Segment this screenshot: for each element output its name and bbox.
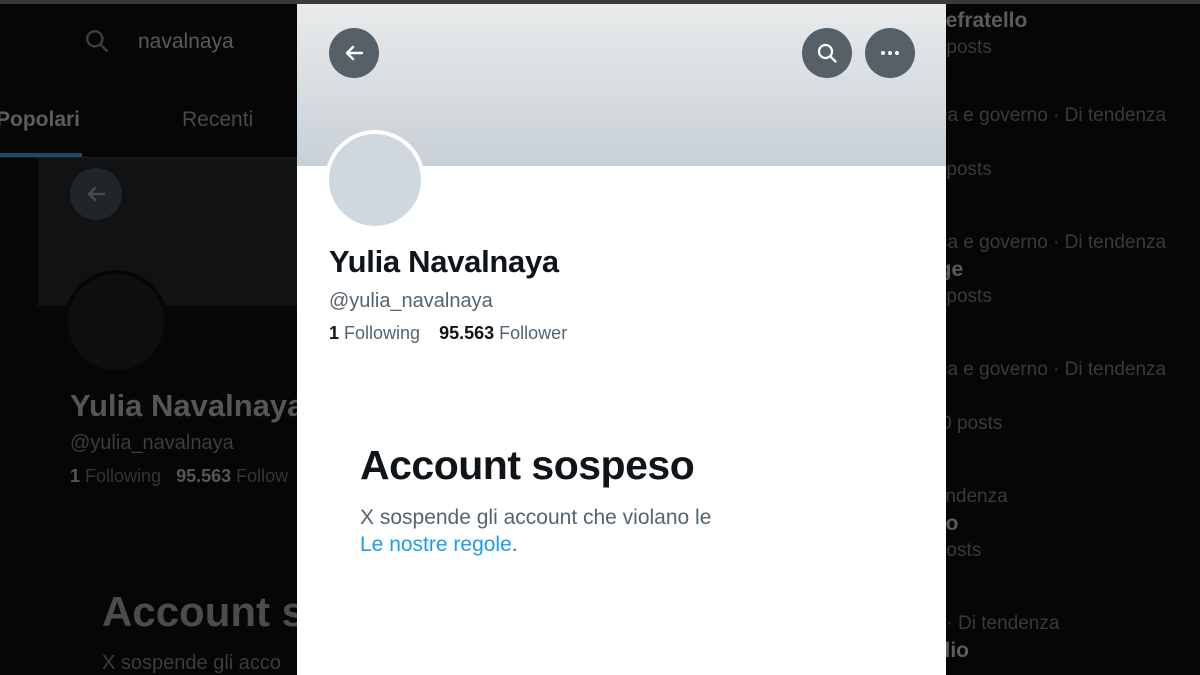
arrow-left-icon	[345, 45, 364, 61]
profile-name: Yulia Navalnaya	[329, 244, 559, 279]
trend-item[interactable]: ndefratello 00 posts	[920, 6, 1200, 60]
background-profile-stats: 1 Following 95.563 Follow	[70, 466, 288, 487]
trend-item[interactable]: litica e governo · Di tendenza n 00 post…	[920, 104, 1200, 182]
background-avatar	[64, 270, 168, 374]
rules-link-suffix: .	[511, 533, 518, 556]
profile-stats: 1 Following 95.563 Follower	[329, 323, 581, 344]
following-label: Following	[344, 323, 421, 343]
followers-count: 95.563	[439, 323, 495, 343]
trend-count: 000 posts	[920, 413, 1003, 434]
background-profile-name: Yulia Navalnaya	[70, 388, 305, 423]
trend-item[interactable]: litica e governo · Di tendenza ia 000 po…	[920, 358, 1200, 436]
background-suspended-text: X sospende gli acco	[102, 652, 282, 674]
background-following-count: 1	[70, 466, 81, 486]
tab-recent[interactable]: Recenti	[182, 108, 253, 132]
background-following-label: Following	[85, 466, 162, 486]
trends-sidebar: ndefratello 00 posts litica e governo · …	[920, 0, 1200, 675]
trend-category: litica e governo · Di tendenza	[920, 359, 1167, 380]
trend-name: aglio	[920, 636, 1200, 666]
trend-count: 00 posts	[920, 159, 992, 180]
trend-item[interactable]: ap · Di tendenza aglio	[920, 612, 1200, 666]
profile-panel: Yulia Navalnaya @yulia_navalnaya 1 Follo…	[297, 4, 946, 675]
trend-count: 00 posts	[920, 37, 992, 58]
trend-category: litica e governo · Di tendenza	[920, 232, 1167, 253]
trend-item[interactable]: i tendenza rico 0 posts	[920, 485, 1200, 563]
followers-label: Follower	[499, 323, 568, 343]
trend-item[interactable]: litica e governo · Di tendenza inge 00 p…	[920, 231, 1200, 309]
back-button[interactable]	[329, 28, 379, 78]
trend-name: inge	[920, 255, 1200, 285]
arrow-left-icon	[87, 186, 106, 202]
trend-category: ap · Di tendenza	[920, 613, 1060, 634]
profile-handle: @yulia_navalnaya	[329, 290, 493, 312]
trend-name: n	[920, 128, 1200, 158]
trend-count: 00 posts	[920, 286, 992, 307]
background-back-button[interactable]	[70, 168, 122, 220]
search-icon	[86, 30, 108, 52]
more-horizontal-icon	[881, 51, 899, 55]
search-icon	[817, 43, 837, 63]
rules-link[interactable]: Le nostre regole	[360, 533, 512, 556]
suspended-title: Account sospeso	[360, 442, 695, 488]
following-count: 1	[329, 323, 340, 343]
background-followers-label: Follow	[236, 466, 289, 486]
trend-name: ndefratello	[920, 9, 1028, 32]
trend-count: 0 posts	[920, 540, 982, 561]
background-profile-handle: @yulia_navalnaya	[70, 432, 234, 454]
more-options-button[interactable]	[865, 28, 915, 78]
following-link[interactable]: 1 Following	[329, 323, 420, 344]
search-input[interactable]: navalnaya	[138, 30, 234, 54]
suspended-rules-line: Le nostre regole.	[360, 533, 518, 557]
tab-popular[interactable]: Popolari	[0, 108, 80, 132]
avatar[interactable]	[325, 130, 425, 230]
background-followers-count: 95.563	[176, 466, 232, 486]
background-suspended-title: Account s	[102, 588, 306, 635]
trend-name: ia	[920, 382, 1200, 412]
search-button[interactable]	[802, 28, 852, 78]
trend-category: litica e governo · Di tendenza	[920, 105, 1167, 126]
followers-link[interactable]: 95.563 Follower	[439, 323, 567, 344]
trend-category: i tendenza	[920, 486, 1008, 507]
trend-name: rico	[920, 509, 1200, 539]
suspended-description: X sospende gli account che violano le	[360, 506, 712, 529]
